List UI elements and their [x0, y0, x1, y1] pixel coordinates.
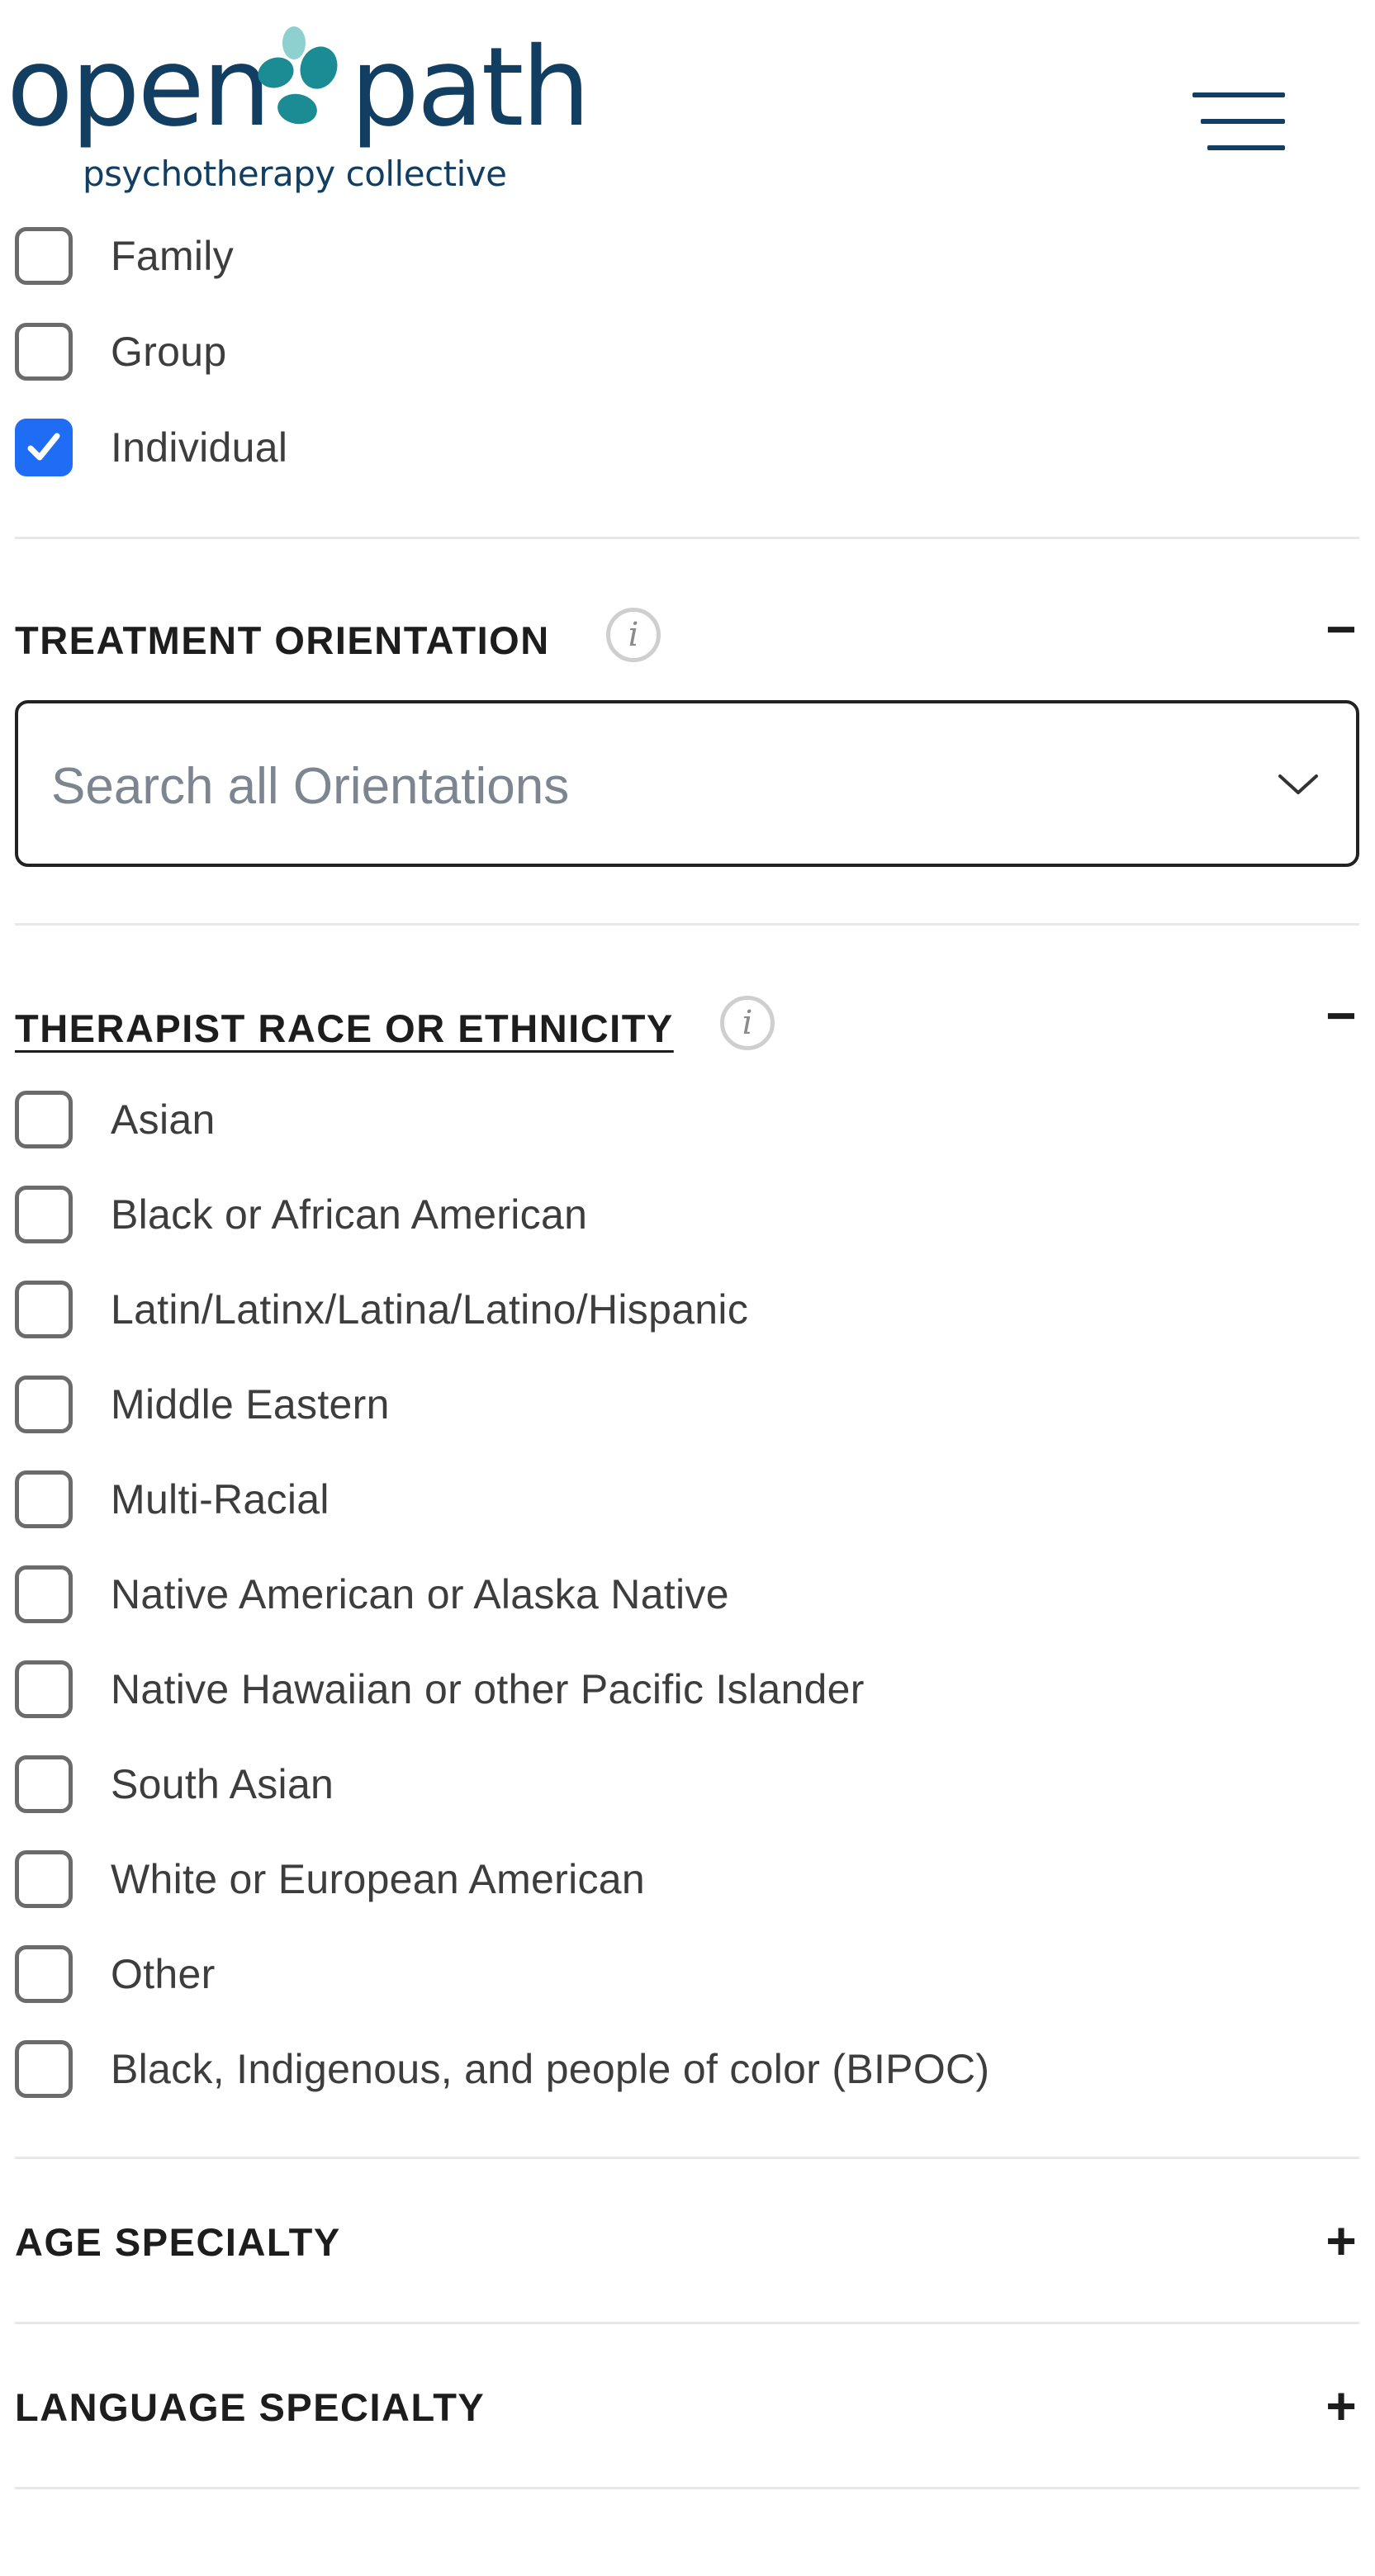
checkbox[interactable] [15, 323, 73, 381]
section-title-age-specialty[interactable]: AGE SPECIALTY [15, 2219, 341, 2265]
checkbox-label: Family [111, 233, 235, 279]
section-title-therapist-race[interactable]: THERAPIST RACE OR ETHNICITY [15, 1006, 674, 1051]
checkbox-row-asian[interactable]: Asian [15, 1087, 216, 1153]
info-icon[interactable]: i [606, 608, 661, 662]
checkbox-row-white[interactable]: White or European American [15, 1846, 645, 1912]
checkbox-row-family[interactable]: Family [15, 223, 234, 289]
open-path-logo[interactable]: open path psychotherapy collective [7, 24, 590, 211]
checkbox-row-middle-eastern[interactable]: Middle Eastern [15, 1371, 390, 1437]
checkbox[interactable] [15, 1186, 73, 1243]
checkbox-label: South Asian [111, 1761, 334, 1807]
orientation-search-field[interactable] [15, 700, 1359, 867]
divider [15, 537, 1359, 539]
minus-icon[interactable]: − [1320, 603, 1362, 656]
checkbox-row-native-american[interactable]: Native American or Alaska Native [15, 1561, 729, 1627]
checkbox-label: Native American or Alaska Native [111, 1571, 729, 1617]
checkbox-row-latin[interactable]: Latin/Latinx/Latina/Latino/Hispanic [15, 1276, 748, 1342]
info-icon[interactable]: i [720, 996, 775, 1050]
checkbox-row-individual[interactable]: Individual [15, 414, 287, 481]
logo-word-open: open [7, 24, 271, 151]
checkbox-row-bipoc[interactable]: Black, Indigenous, and people of color (… [15, 2036, 989, 2102]
divider [15, 2487, 1359, 2489]
section-title-language-specialty[interactable]: LANGUAGE SPECIALTY [15, 2384, 485, 2430]
checkbox[interactable] [15, 1660, 73, 1718]
checkbox-label: Individual [111, 424, 288, 471]
section-title-treatment-orientation[interactable]: TREATMENT ORIENTATION [15, 618, 550, 663]
checkbox-label: Asian [111, 1096, 216, 1143]
checkbox[interactable] [15, 2040, 73, 2098]
checkbox[interactable] [15, 1281, 73, 1338]
checkbox-label: Group [111, 329, 227, 375]
checkbox-label: White or European American [111, 1856, 646, 1902]
checkbox[interactable] [15, 1945, 73, 2003]
checkbox-row-south-asian[interactable]: South Asian [15, 1751, 334, 1817]
checkbox-row-other[interactable]: Other [15, 1941, 216, 2007]
hamburger-menu-icon[interactable] [1189, 88, 1290, 154]
checkbox-row-native-hawaiian[interactable]: Native Hawaiian or other Pacific Islande… [15, 1656, 865, 1722]
site-header: open path psychotherapy collective [0, 0, 1375, 216]
checkmark-icon [27, 433, 60, 461]
plus-icon[interactable]: + [1320, 2214, 1362, 2267]
checkbox[interactable] [15, 1376, 73, 1433]
checkbox-label: Other [111, 1951, 216, 1997]
chevron-down-icon[interactable] [1273, 768, 1323, 801]
checkbox-row-group[interactable]: Group [15, 319, 226, 385]
checkbox[interactable] [15, 1470, 73, 1528]
plus-icon[interactable]: + [1320, 2379, 1362, 2432]
checkbox[interactable] [15, 1755, 73, 1813]
checkbox-label: Multi-Racial [111, 1476, 330, 1522]
checkbox-label: Latin/Latinx/Latina/Latino/Hispanic [111, 1286, 749, 1333]
checkbox-checked[interactable] [15, 419, 73, 476]
checkbox[interactable] [15, 1091, 73, 1148]
minus-icon[interactable]: − [1320, 989, 1362, 1042]
divider [15, 2157, 1359, 2159]
checkbox-label: Black, Indigenous, and people of color (… [111, 2046, 990, 2092]
divider [15, 2322, 1359, 2324]
checkbox[interactable] [15, 1565, 73, 1623]
leaf-logo-icon [258, 26, 338, 125]
checkbox-label: Native Hawaiian or other Pacific Islande… [111, 1666, 865, 1712]
checkbox-row-multi-racial[interactable]: Multi-Racial [15, 1466, 330, 1532]
checkbox-label: Middle Eastern [111, 1381, 390, 1428]
divider [15, 923, 1359, 926]
orientation-search-input[interactable] [51, 745, 1207, 827]
checkbox[interactable] [15, 227, 73, 285]
checkbox-label: Black or African American [111, 1191, 588, 1238]
checkbox-row-black[interactable]: Black or African American [15, 1181, 587, 1248]
logo-tagline: psychotherapy collective [83, 154, 507, 194]
logo-word-path: path [350, 24, 590, 151]
checkbox[interactable] [15, 1850, 73, 1908]
